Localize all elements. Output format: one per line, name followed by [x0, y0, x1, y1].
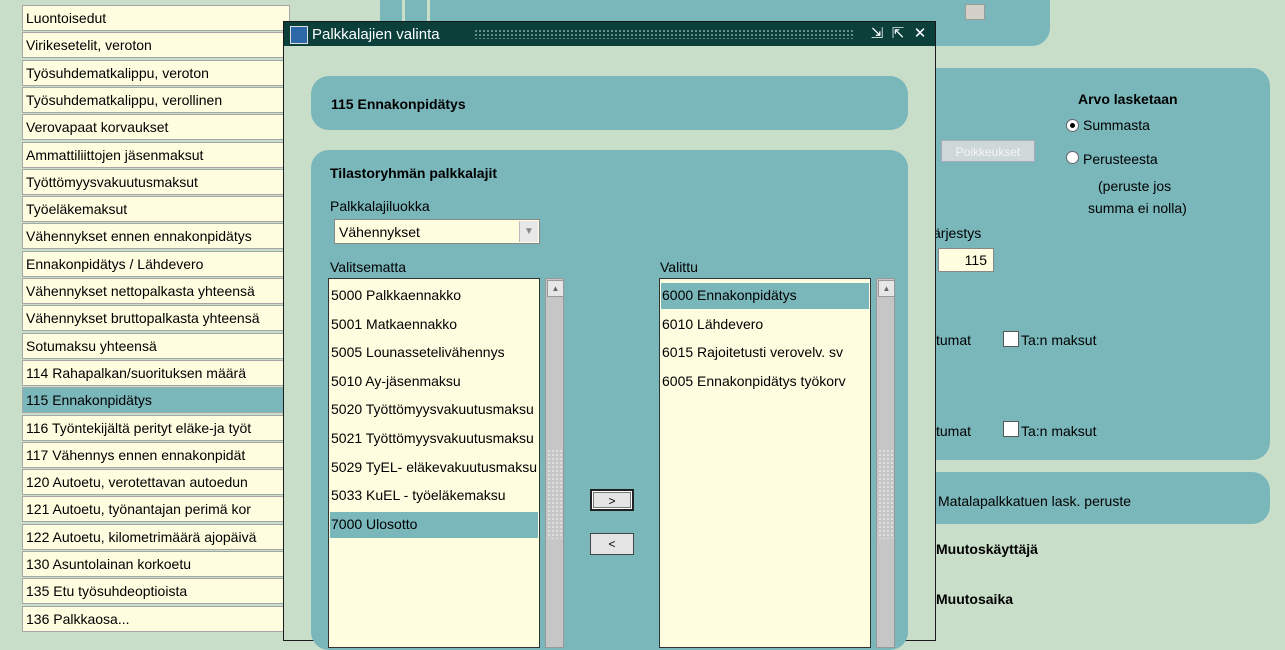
app-icon	[290, 26, 308, 44]
list-item[interactable]: 5029 TyEL- eläkevakuutusmaksu	[330, 455, 538, 481]
list-item[interactable]: Luontoisedut	[22, 5, 290, 31]
list-item[interactable]: 5010 Ay-jäsenmaksu	[330, 369, 538, 395]
heading-panel: 115 Ennakonpidätys	[311, 76, 908, 130]
radio-perusteesta-label: Perusteesta	[1083, 151, 1158, 167]
radio-summasta[interactable]	[1066, 119, 1079, 132]
add-button[interactable]: >	[590, 489, 634, 511]
palkkalajien-valinta-dialog: Palkkalajien valinta ⇲ ⇱ ✕ 115 Ennakonpi…	[283, 21, 936, 650]
class-value: Vähennykset	[339, 224, 420, 240]
list-item[interactable]: 117 Vähennys ennen ennakonpidät	[22, 441, 290, 468]
list-item[interactable]: 121 Autoetu, työnantajan perimä kor	[22, 496, 290, 523]
list-item[interactable]: 135 Etu työsuhdeoptioista	[22, 578, 290, 605]
group-title: Tilastoryhmän palkkalajit	[330, 165, 498, 181]
arvo-lasketaan-label: Arvo lasketaan	[1078, 91, 1178, 107]
list-item[interactable]: 130 Asuntolainan korkoetu	[22, 551, 290, 577]
list-item[interactable]: Työsuhdematkalippu, verollinen	[22, 86, 290, 113]
dialog-heading: 115 Ennakonpidätys	[331, 96, 466, 112]
maximize-icon[interactable]: ⇱	[888, 24, 908, 44]
minimize-icon[interactable]: ⇲	[867, 24, 887, 44]
titlebar-pattern	[474, 29, 854, 39]
selected-label: Valittu	[660, 259, 698, 275]
list-item[interactable]: 116 Työntekijältä perityt eläke-ja työt	[22, 414, 290, 441]
scroll-grip[interactable]	[878, 449, 893, 539]
class-label: Palkkalajiluokka	[330, 198, 430, 214]
list-item[interactable]: 6010 Lähdevero	[661, 312, 869, 338]
background-list: Luontoisedut Virikesetelit, veroton Työsuh…	[0, 0, 300, 632]
unselected-listbox[interactable]: 5000 Palkkaennakko 5001 Matkaennakko 5005 …	[328, 278, 540, 648]
scroll-up-icon[interactable]: ▲	[547, 280, 564, 297]
list-item[interactable]: Sotumaksu yhteensä	[22, 332, 290, 359]
list-item[interactable]: 120 Autoetu, verotettavan autoedun	[22, 469, 290, 496]
tumat-label-2: tumat	[936, 423, 972, 439]
poikkeukset-button[interactable]: Poikkeukset	[941, 140, 1035, 162]
list-item[interactable]: Työeläkemaksut	[22, 196, 290, 223]
list-item[interactable]: 114 Rahapalkan/suorituksen määrä	[22, 359, 290, 386]
tumat-label-1: tumat	[936, 332, 972, 348]
peruste-note-2: summa ei nolla)	[1088, 200, 1187, 216]
tan-maksut-label-1: Ta:n maksut	[1021, 332, 1097, 348]
list-item[interactable]: Työsuhdematkalippu, veroton	[22, 59, 290, 86]
list-item[interactable]: 7000 Ulosotto	[330, 511, 538, 538]
list-item[interactable]: 6005 Ennakonpidätys työkorv	[661, 369, 869, 395]
list-item[interactable]: Työttömyysvakuutusmaksut	[22, 168, 290, 195]
selected-scrollbar[interactable]: ▲	[876, 278, 895, 648]
peruste-note-1: (peruste jos	[1098, 178, 1172, 194]
list-item[interactable]: 5001 Matkaennakko	[330, 312, 538, 338]
list-item[interactable]: 6015 Rajoitetusti verovelv. sv	[661, 340, 869, 366]
selected-listbox[interactable]: 6000 Ennakonpidätys 6010 Lähdevero 6015 Ra…	[659, 278, 871, 648]
dropdown-arrow-icon[interactable]	[965, 4, 985, 20]
list-item[interactable]: 6000 Ennakonpidätys	[661, 283, 869, 309]
unselected-scrollbar[interactable]: ▲	[545, 278, 564, 648]
palkkalajiluokka-select[interactable]: Vähennykset ▼	[334, 219, 540, 244]
list-item[interactable]: Verovapaat korvaukset	[22, 114, 290, 141]
remove-button[interactable]: <	[590, 533, 634, 555]
chevron-down-icon[interactable]: ▼	[519, 221, 538, 242]
tan-maksut-label-2: Ta:n maksut	[1021, 423, 1097, 439]
dialog-title: Palkkalajien valinta	[312, 26, 440, 43]
dialog-titlebar[interactable]: Palkkalajien valinta ⇲ ⇱ ✕	[284, 22, 935, 46]
list-item[interactable]: Vähennykset ennen ennakonpidätys	[22, 223, 290, 250]
matalapalkkatuen-label: Matalapalkkatuen lask. peruste	[938, 493, 1131, 509]
muutosaika-label: Muutosaika	[936, 591, 1014, 607]
list-item[interactable]: Virikesetelit, veroton	[22, 32, 290, 59]
jarjestys-field[interactable]: 115	[938, 248, 994, 272]
list-item[interactable]: 5005 Lounassetelivähennys	[330, 340, 538, 366]
list-item[interactable]: Vähennykset bruttopalkasta yhteensä	[22, 305, 290, 332]
unselected-label: Valitsematta	[330, 259, 406, 275]
scroll-up-icon[interactable]: ▲	[878, 280, 895, 297]
tan-maksut-checkbox-1[interactable]	[1003, 331, 1019, 347]
list-item[interactable]: 115 Ennakonpidätys	[22, 387, 290, 414]
list-item[interactable]: 5020 Työttömyysvakuutusmaksu	[330, 397, 538, 423]
list-item[interactable]: 122 Autoetu, kilometrimäärä ajopäivä	[22, 523, 290, 550]
list-item[interactable]: Vähennykset nettopalkasta yhteensä	[22, 278, 290, 304]
radio-summasta-label: Summasta	[1083, 117, 1150, 133]
muutoskayttaja-label: Muutoskäyttäjä	[936, 541, 1038, 557]
list-item[interactable]: 136 Palkkaosa...	[22, 605, 290, 632]
list-item[interactable]: 5033 KuEL - työeläkemaksu	[330, 483, 538, 509]
close-icon[interactable]: ✕	[910, 24, 930, 44]
radio-perusteesta[interactable]	[1066, 151, 1079, 164]
list-item[interactable]: 5000 Palkkaennakko	[330, 283, 538, 309]
list-side-strip	[0, 0, 22, 632]
dialog-body: 115 Ennakonpidätys Tilastoryhmän palkkal…	[289, 46, 930, 650]
list-item[interactable]: Ammattiliittojen jäsenmaksut	[22, 141, 290, 168]
list-item[interactable]: 5021 Työttömyysvakuutusmaksu	[330, 426, 538, 452]
list-item[interactable]: Ennakonpidätys / Lähdevero	[22, 250, 290, 277]
scroll-grip[interactable]	[547, 449, 562, 539]
tan-maksut-checkbox-2[interactable]	[1003, 421, 1019, 437]
